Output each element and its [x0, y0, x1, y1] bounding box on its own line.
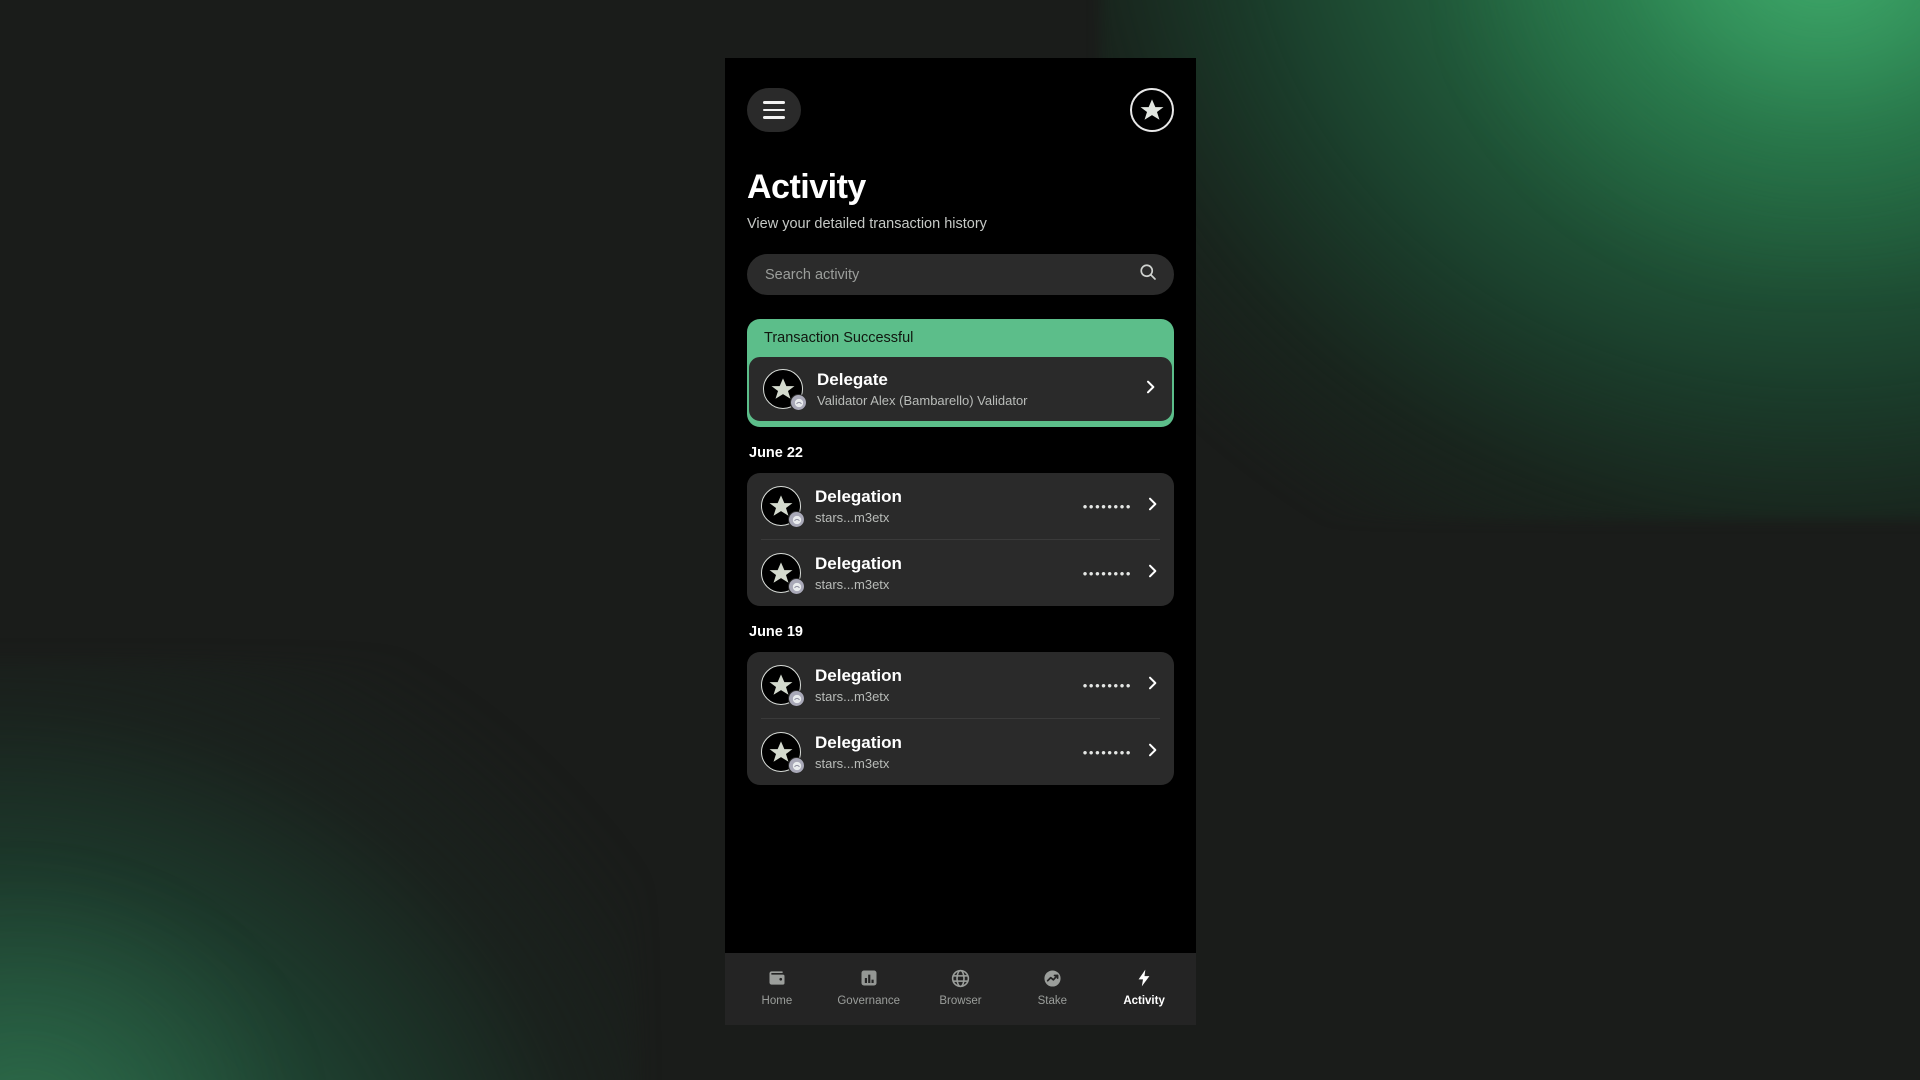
search-bar[interactable] [747, 254, 1174, 295]
background-glow-bottom-left-core [0, 870, 300, 1080]
globe-icon [950, 967, 971, 989]
avatar [761, 732, 805, 774]
transaction-title: Delegation [815, 666, 902, 686]
nav-item-governance[interactable]: Governance [823, 967, 915, 1007]
transaction-title: Delegation [815, 487, 902, 507]
table-row[interactable]: Delegation stars...m3etx •••••••• [761, 718, 1160, 785]
screen-header: Activity View your detailed transaction … [725, 58, 1196, 295]
chevron-right-icon[interactable] [1144, 675, 1160, 696]
phone-screen: Activity View your detailed transaction … [725, 58, 1196, 1025]
avatar [763, 369, 807, 411]
nav-label: Browser [939, 995, 982, 1007]
transaction-group-card: Delegation stars...m3etx •••••••• Delegatio… [747, 652, 1174, 785]
transaction-amount: •••••••• [1082, 744, 1132, 760]
search-icon[interactable] [1138, 262, 1158, 287]
transaction-subtitle: stars...m3etx [815, 688, 890, 704]
row-text: Delegate Validator Alex (Bambarello) Val… [817, 370, 1142, 408]
chain-badge-icon [788, 578, 805, 595]
lightning-bolt-icon [1134, 967, 1154, 989]
transaction-success-card: Transaction Successful Delegate Validato… [747, 319, 1174, 427]
row-text: Delegation stars...m3etx [815, 554, 1083, 592]
nav-item-activity[interactable]: Activity [1098, 967, 1190, 1007]
nav-item-stake[interactable]: Stake [1006, 967, 1098, 1007]
chain-badge-icon [790, 394, 807, 411]
chevron-right-icon[interactable] [1142, 379, 1158, 400]
transaction-subtitle: Validator Alex (Bambarello) Validator [817, 392, 1028, 408]
page-title: Activity [747, 168, 866, 206]
avatar [761, 553, 805, 595]
transaction-title: Delegate [817, 370, 888, 390]
chevron-right-icon[interactable] [1144, 496, 1160, 517]
transaction-groups: June 22 Delegation stars...m3etx •••••••• De… [747, 445, 1174, 785]
chevron-right-icon[interactable] [1144, 563, 1160, 584]
wallet-icon [767, 967, 787, 989]
hamburger-menu-icon [763, 116, 785, 119]
background-glow-bottom-left [0, 660, 640, 1080]
chain-badge-icon [788, 757, 805, 774]
table-row[interactable]: Delegation stars...m3etx •••••••• [761, 652, 1160, 718]
hamburger-menu-button[interactable] [747, 88, 801, 132]
search-input[interactable] [765, 266, 1130, 283]
avatar [761, 486, 805, 528]
trending-up-icon [1042, 967, 1063, 989]
status-badge: Transaction Successful [764, 330, 914, 346]
date-header: June 19 [749, 624, 803, 640]
transaction-amount: •••••••• [1082, 498, 1132, 514]
nav-label: Stake [1037, 995, 1067, 1007]
star-badge-icon[interactable] [1130, 88, 1174, 132]
transaction-amount: •••••••• [1082, 677, 1132, 693]
nav-label: Activity [1123, 995, 1165, 1007]
nav-item-browser[interactable]: Browser [915, 967, 1007, 1007]
bar-chart-icon [859, 967, 879, 989]
header-bar [747, 86, 1174, 134]
page-subtitle: View your detailed transaction history [747, 216, 987, 232]
row-text: Delegation stars...m3etx [815, 666, 1083, 704]
bottom-navigation[interactable]: Home Governance Browser Stake Activity [725, 953, 1196, 1025]
hamburger-menu-icon [763, 108, 785, 112]
transaction-subtitle: stars...m3etx [815, 576, 890, 592]
chain-badge-icon [788, 511, 805, 528]
chevron-right-icon[interactable] [1144, 742, 1160, 763]
row-text: Delegation stars...m3etx [815, 733, 1083, 771]
row-text: Delegation stars...m3etx [815, 487, 1083, 525]
table-row[interactable]: Delegation stars...m3etx •••••••• [761, 473, 1160, 539]
table-row[interactable]: Delegation stars...m3etx •••••••• [761, 539, 1160, 606]
nav-item-home[interactable]: Home [731, 967, 823, 1007]
nav-label: Governance [837, 995, 901, 1007]
nav-label: Home [761, 995, 793, 1007]
avatar [761, 665, 805, 707]
transaction-subtitle: stars...m3etx [815, 509, 890, 525]
background-glow-top-right-core [1460, 0, 1920, 280]
transaction-group-card: Delegation stars...m3etx •••••••• Delegatio… [747, 473, 1174, 606]
background-glow-top-right [1100, 0, 1920, 520]
transaction-title: Delegation [815, 733, 902, 753]
pending-transaction-row[interactable]: Delegate Validator Alex (Bambarello) Val… [748, 356, 1173, 422]
transaction-title: Delegation [815, 554, 902, 574]
date-header: June 22 [749, 445, 803, 461]
transaction-amount: •••••••• [1082, 565, 1132, 581]
hamburger-menu-icon [763, 101, 785, 104]
transaction-subtitle: stars...m3etx [815, 755, 890, 771]
activity-list[interactable]: Transaction Successful Delegate Validato… [725, 319, 1196, 953]
chain-badge-icon [788, 690, 805, 707]
desktop-background: Activity View your detailed transaction … [0, 0, 1920, 1080]
